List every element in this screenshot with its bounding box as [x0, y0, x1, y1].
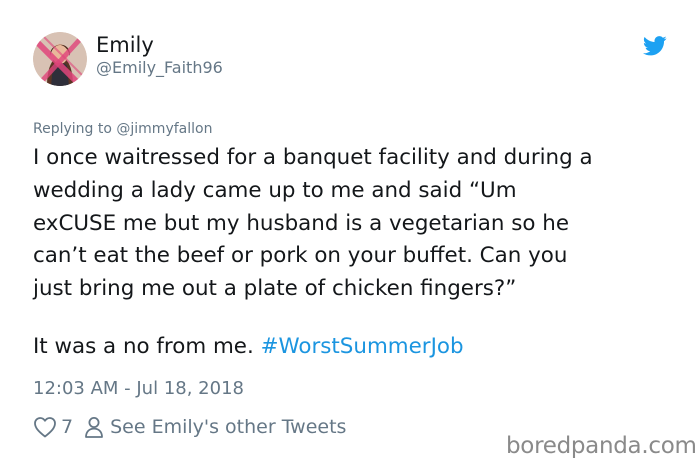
avatar-image [33, 32, 87, 86]
tweet-body: I once waitressed for a banquet facility… [33, 142, 673, 364]
closing-text: It was a no from me. [33, 333, 261, 359]
reply-prefix: Replying to [33, 121, 117, 137]
tweet-timestamp[interactable]: 12:03 AM - Jul 18, 2018 [33, 378, 244, 400]
hashtag-link[interactable]: #WorstSummerJob [261, 334, 464, 359]
tweet-body-line: I once waitressed for a banquet facility… [33, 145, 593, 170]
tweet-body-line: exCUSE me but my husband is a vegetarian… [33, 210, 570, 236]
tweet-body-line: just bring me out a plate of chicken fin… [33, 276, 517, 302]
other-tweets-link[interactable]: See Emily's other Tweets [110, 416, 346, 438]
tweet-actions: 7 See Emily's other Tweets [33, 413, 346, 441]
tweet-closing-line: It was a no from me. #WorstSummerJob [33, 331, 673, 364]
twitter-bird-icon[interactable] [643, 36, 667, 56]
user-handle[interactable]: @Emily_Faith96 [96, 58, 223, 78]
tweet-body-line: wedding a lady came up to me and said “U… [33, 177, 517, 203]
tweet-body-line: can’t eat the beef or pork on your buffe… [33, 243, 568, 269]
avatar[interactable] [33, 32, 87, 86]
tweet-card: Emily @Emily_Faith96 Replying to @jimmyf… [0, 0, 700, 469]
reply-context: Replying to @jimmyfallon [33, 120, 212, 138]
like-count: 7 [61, 416, 74, 438]
reply-to-link[interactable]: @jimmyfallon [116, 121, 212, 137]
person-icon [85, 417, 103, 438]
display-name[interactable]: Emily [96, 32, 154, 58]
heart-icon[interactable] [33, 416, 57, 438]
watermark: boredpanda.com [506, 433, 697, 459]
